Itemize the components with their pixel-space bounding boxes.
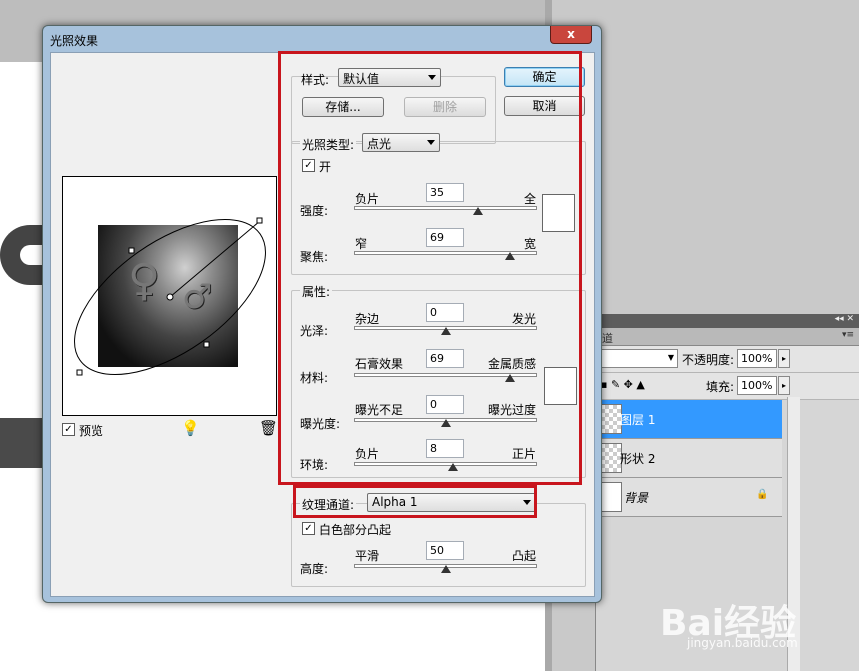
canvas-shape <box>0 418 44 468</box>
watermark-url: jingyan.baidu.com <box>687 636 798 650</box>
close-button[interactable]: x <box>550 26 592 44</box>
layer-thumbnail <box>600 404 622 434</box>
collapse-icon[interactable]: ◂◂ ✕ <box>835 314 854 324</box>
layer-item[interactable]: 背景 🔒 <box>596 478 782 517</box>
lock-row: ▪ ✎ ✥ ▲ 填充: 100% ▸ <box>596 373 859 400</box>
lock-icon: 🔒 <box>756 489 769 500</box>
blend-mode-select[interactable]: ▼ <box>596 349 678 368</box>
opacity-label: 不透明度: <box>682 353 735 367</box>
lighting-effects-dialog: 光照效果 x ♀ ♂ ✓ 预览 💡 🗑 确定 取消 样式: 默认值 存储... … <box>42 25 602 603</box>
highlight-box-properties <box>278 51 582 485</box>
opacity-input[interactable]: 100% <box>737 349 777 368</box>
fill-input[interactable]: 100% <box>737 376 777 395</box>
lightbulb-icon[interactable]: 💡 <box>181 419 200 437</box>
layer-thumbnail <box>600 482 622 512</box>
layer-name: 背景 <box>624 491 649 505</box>
height-input[interactable]: 50 <box>426 541 464 560</box>
trash-icon[interactable]: 🗑 <box>259 419 278 437</box>
layer-name: 图层 1 <box>620 413 656 427</box>
layer-item[interactable]: 形状 2 <box>596 439 782 478</box>
layer-thumbnail <box>600 443 622 473</box>
height-max: 凸起 <box>512 549 537 563</box>
panel-menu-icon[interactable]: ▾≡ <box>842 330 854 340</box>
panel-tabs: 道 ▾≡ <box>596 328 859 346</box>
fill-label: 填充: <box>706 380 735 394</box>
lock-icons[interactable]: ▪ ✎ ✥ ▲ <box>600 378 645 391</box>
tab-channels[interactable]: 道 <box>602 330 613 346</box>
preview-checkbox[interactable]: ✓ <box>62 423 75 436</box>
height-min: 平滑 <box>355 549 380 563</box>
layer-name: 形状 2 <box>620 452 656 466</box>
fill-arrow-icon[interactable]: ▸ <box>778 376 790 395</box>
highlight-box-texture <box>293 485 537 518</box>
height-slider-thumb[interactable] <box>440 565 451 573</box>
layer-item[interactable]: 图层 1 <box>596 400 782 439</box>
light-ellipse[interactable] <box>63 177 278 417</box>
height-label: 高度: <box>300 562 329 576</box>
dialog-client: ♀ ♂ ✓ 预览 💡 🗑 确定 取消 样式: 默认值 存储... 删除 光照类型… <box>50 51 595 597</box>
panel-header: ◂◂ ✕ <box>596 314 859 328</box>
white-high-checkbox[interactable]: ✓ <box>302 522 315 535</box>
preview-pane[interactable]: ♀ ♂ <box>62 176 277 416</box>
opacity-arrow-icon[interactable]: ▸ <box>778 349 790 368</box>
preview-label: 预览 <box>79 424 104 438</box>
dialog-title: 光照效果 <box>50 34 99 48</box>
blend-row: ▼ 不透明度: 100% ▸ <box>596 346 859 373</box>
white-high-label: 白色部分凸起 <box>319 523 392 537</box>
